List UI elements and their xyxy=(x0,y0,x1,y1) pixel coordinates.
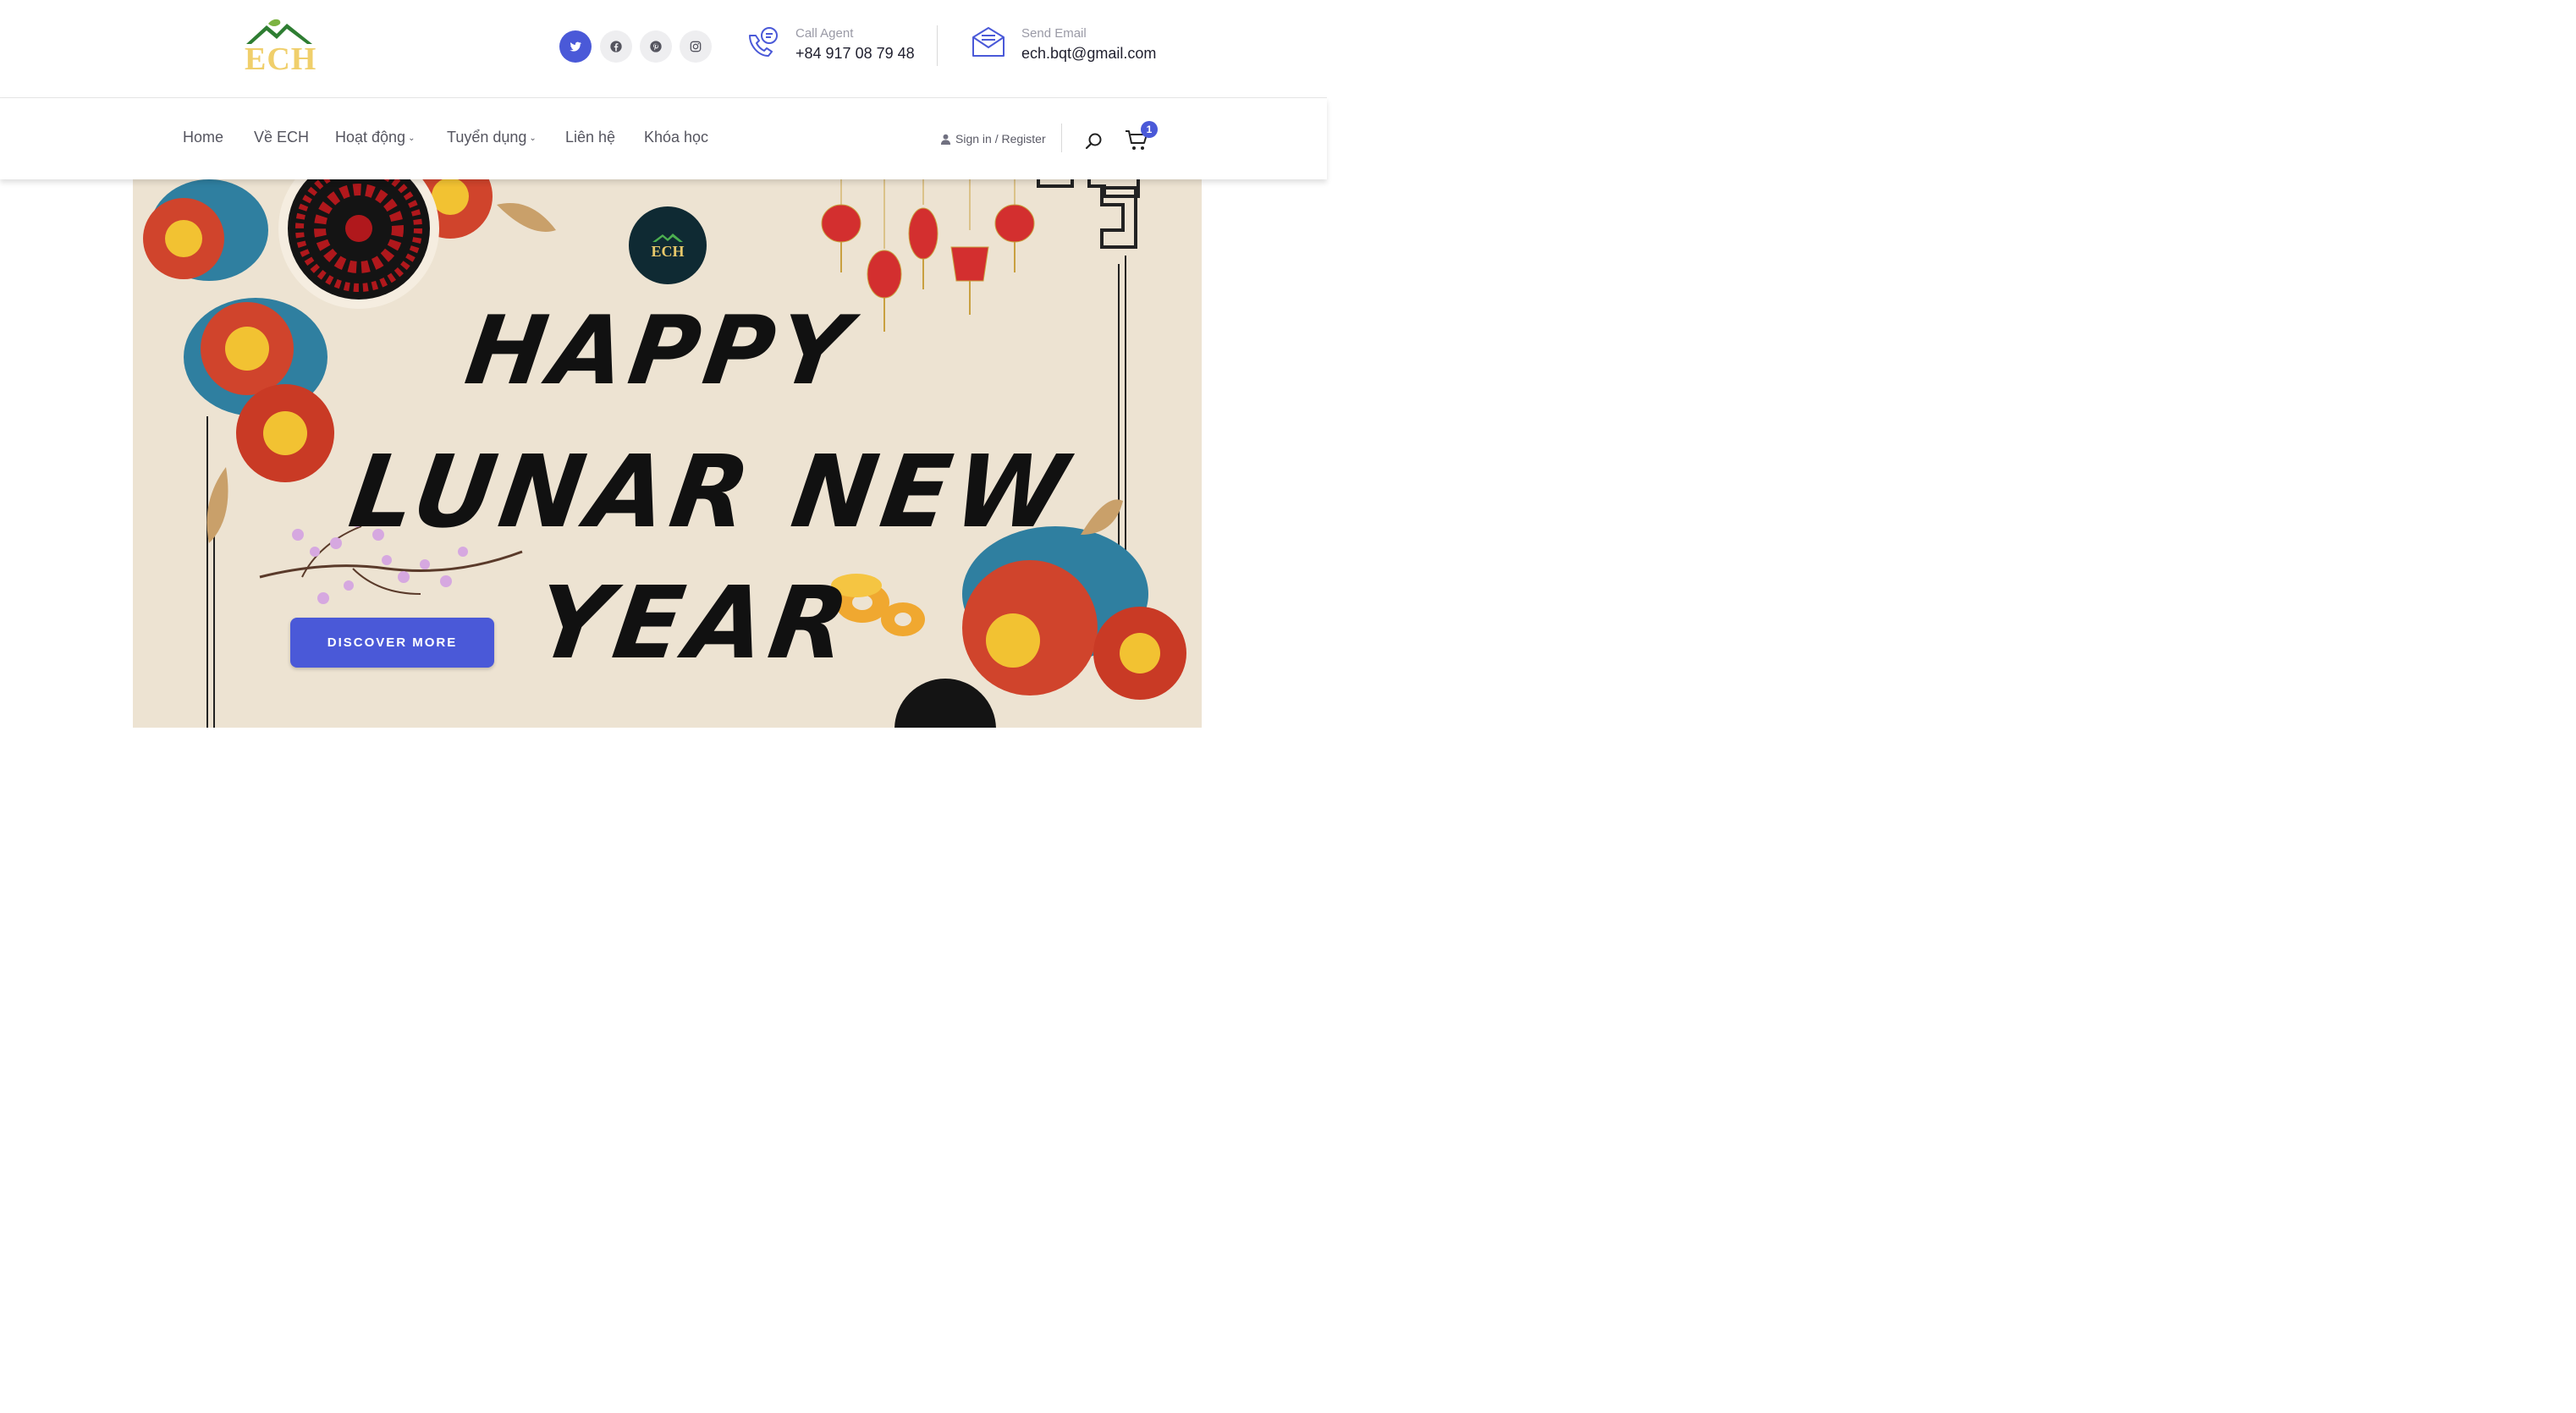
nav-item-contact[interactable]: Liên hệ xyxy=(565,129,615,146)
pinterest-icon xyxy=(650,41,662,52)
twitter-icon xyxy=(570,41,581,52)
signin-register-label: Sign in / Register xyxy=(955,132,1046,146)
hero-heading-line1: HAPPY xyxy=(459,296,861,406)
logo-text: ECH xyxy=(245,41,317,77)
signin-register-link[interactable]: Sign in / Register xyxy=(940,132,1046,146)
hero-badge-text: ECH xyxy=(651,243,685,260)
instagram-button[interactable] xyxy=(680,30,712,63)
send-email-label: Send Email xyxy=(1021,26,1087,41)
user-icon xyxy=(940,134,951,145)
call-agent-label: Call Agent xyxy=(795,26,854,41)
phone-chat-icon xyxy=(749,27,778,57)
top-header: ECH Call Agent +84 917 08 79 48 Send Ema… xyxy=(0,0,1327,98)
twitter-button[interactable] xyxy=(559,30,592,63)
house-roof-icon xyxy=(652,234,683,242)
site-logo[interactable]: ECH xyxy=(243,19,316,76)
nav-item-about[interactable]: Về ECH xyxy=(254,129,309,146)
hero-heading-line2: LUNAR NEW xyxy=(343,433,1079,550)
search-icon[interactable] xyxy=(1085,132,1104,151)
facebook-button[interactable] xyxy=(600,30,632,63)
nav-divider xyxy=(1061,124,1062,152)
chevron-down-icon: ⌄ xyxy=(408,134,416,143)
nav-item-recruitment[interactable]: Tuyển dụng ⌄ xyxy=(447,129,537,146)
pinterest-button[interactable] xyxy=(640,30,672,63)
nav-item-recruitment-label: Tuyển dụng xyxy=(447,129,527,146)
hero-heading-line3: YEAR xyxy=(529,564,861,681)
chevron-down-icon: ⌄ xyxy=(529,134,537,143)
cart-count-badge: 1 xyxy=(1141,121,1158,138)
header-divider xyxy=(937,25,938,66)
nav-item-activities-label: Hoạt động xyxy=(335,129,406,146)
envelope-icon xyxy=(972,27,1005,57)
main-nav: Home Về ECH Hoạt động ⌄ Tuyển dụng ⌄ Liên … xyxy=(0,98,1327,179)
call-agent-number[interactable]: +84 917 08 79 48 xyxy=(795,45,915,63)
instagram-icon xyxy=(690,41,702,52)
discover-more-button[interactable]: DISCOVER MORE xyxy=(290,618,494,668)
nav-item-home[interactable]: Home xyxy=(183,129,223,146)
email-address[interactable]: ech.bqt@gmail.com xyxy=(1021,45,1156,63)
hero-ech-badge: ECH xyxy=(629,206,707,284)
nav-item-courses[interactable]: Khóa học xyxy=(644,129,708,146)
facebook-icon xyxy=(610,41,622,52)
nav-item-activities[interactable]: Hoạt động ⌄ xyxy=(335,129,415,146)
